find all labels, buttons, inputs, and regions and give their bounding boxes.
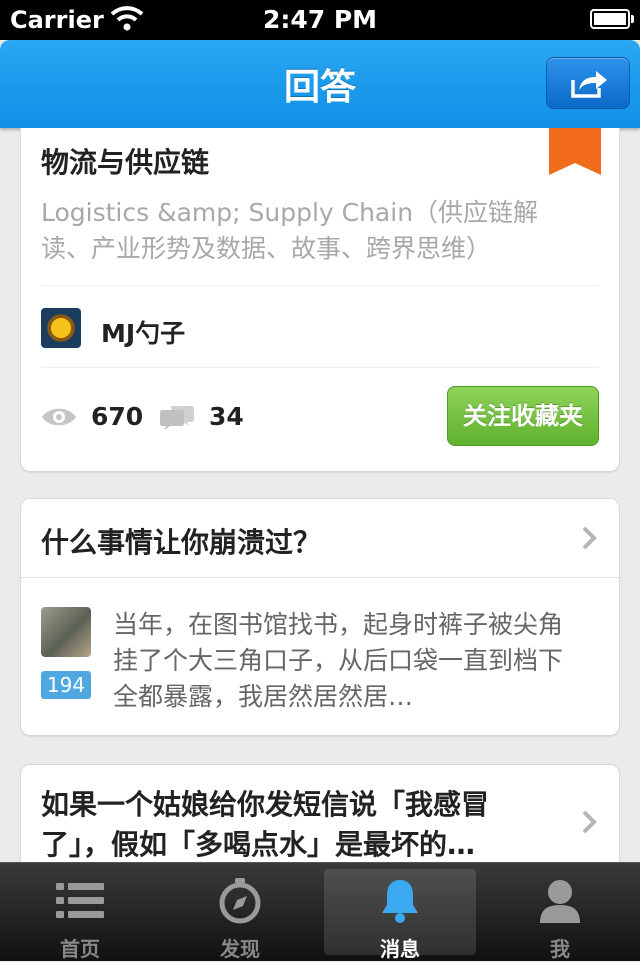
question-card[interactable]: 什么事情让你崩溃过？ 194 当年，在图书馆找书，起身时裤子被尖角挂了个大三角口… [20,498,620,736]
answerer-avatar[interactable] [41,607,91,657]
divider [41,367,599,368]
collection-title: 物流与供应链 [41,146,210,179]
battery-icon [590,9,634,29]
list-icon [56,883,104,918]
feed[interactable]: 物流与供应链 Logistics &amp; Supply Chain（供应链解… [0,128,640,862]
answer-excerpt[interactable]: 当年，在图书馆找书，起身时裤子被尖角挂了个大三角口子，从后口袋一直到档下全都暴露… [113,607,583,715]
bell-icon [382,880,418,923]
tab-discover[interactable]: 发现 [164,869,316,961]
vote-count-badge: 194 [41,671,91,699]
tab-label: 发现 [220,937,260,961]
share-button[interactable] [546,57,630,109]
comment-icon [160,406,194,430]
divider [41,285,599,286]
page-title: 回答 [283,67,356,108]
status-bar: Carrier 2:47 PM [0,0,640,40]
navigation-bar: 回答 [0,40,640,128]
eye-icon [42,408,76,426]
tab-bar: 首页 发现 消息 我 [0,862,640,961]
tab-me[interactable]: 我 [484,869,636,961]
tab-messages[interactable]: 消息 [324,869,476,961]
tab-label: 我 [550,937,570,961]
comment-count: 34 [209,402,244,431]
clock: 2:47 PM [262,5,378,34]
question-header[interactable]: 什么事情让你崩溃过？ [21,499,619,577]
collection-description: Logistics &amp; Supply Chain（供应链解读、产业形势及… [41,198,539,263]
share-icon [571,71,607,98]
chevron-right-icon [582,526,597,550]
question-card[interactable]: 如果一个姑娘给你发短信说「我感冒了」，假如「多喝点水」是最坏的… [20,764,620,862]
author-avatar[interactable] [41,308,81,348]
compass-icon [219,878,261,924]
follow-collection-button[interactable]: 关注收藏夹 [447,386,599,446]
tab-home[interactable]: 首页 [4,869,156,961]
tab-label: 首页 [60,937,100,961]
chevron-right-icon [582,810,597,834]
person-icon [540,880,580,923]
tab-label: 消息 [380,937,420,961]
bookmark-icon [549,128,601,175]
divider [21,577,619,578]
question-title[interactable]: 如果一个姑娘给你发短信说「我感冒了」，假如「多喝点水」是最坏的… [41,785,541,862]
question-title[interactable]: 什么事情让你崩溃过？ [41,521,321,561]
author-name[interactable]: MJ勺子 [101,314,185,350]
view-count: 670 [91,402,144,431]
collection-card[interactable]: 物流与供应链 Logistics &amp; Supply Chain（供应链解… [20,128,620,472]
